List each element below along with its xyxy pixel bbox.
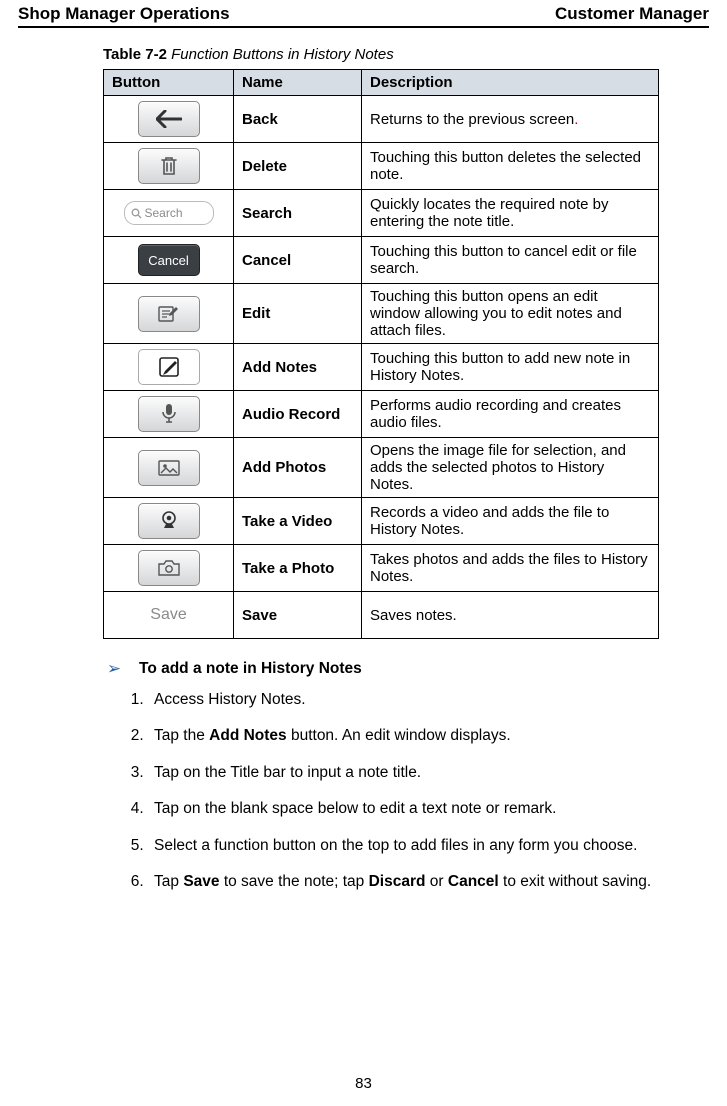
edit-button[interactable]	[138, 296, 200, 332]
search-field[interactable]: Search	[124, 201, 214, 225]
row-desc: Touching this button deletes the selecte…	[362, 143, 659, 190]
add-notes-button[interactable]	[138, 349, 200, 385]
table-row: Cancel Cancel Touching this button to ca…	[104, 237, 659, 284]
header-right: Customer Manager	[555, 4, 709, 24]
row-name: Add Notes	[234, 344, 362, 391]
note-pencil-icon	[158, 356, 180, 378]
row-name: Add Photos	[234, 438, 362, 498]
delete-button[interactable]	[138, 148, 200, 184]
row-desc: Opens the image file for selection, and …	[362, 438, 659, 498]
row-name: Take a Photo	[234, 545, 362, 592]
table-row: Delete Touching this button deletes the …	[104, 143, 659, 190]
list-item: Access History Notes.	[148, 689, 669, 711]
audio-record-button[interactable]	[138, 396, 200, 432]
table-row: Add Notes Touching this button to add ne…	[104, 344, 659, 391]
row-name: Edit	[234, 284, 362, 344]
table-row: Back Returns to the previous screen.	[104, 96, 659, 143]
take-video-button[interactable]	[138, 503, 200, 539]
list-item: Tap Save to save the note; tap Discard o…	[148, 871, 669, 893]
header-rule	[18, 26, 709, 28]
row-desc: Performs audio recording and creates aud…	[362, 391, 659, 438]
caption-label: Table 7-2	[103, 46, 167, 63]
row-desc: Records a video and adds the file to His…	[362, 498, 659, 545]
header-left: Shop Manager Operations	[18, 4, 230, 24]
list-item: Select a function button on the top to a…	[148, 835, 669, 857]
row-name: Cancel	[234, 237, 362, 284]
col-button: Button	[104, 70, 234, 96]
row-desc: Takes photos and adds the files to Histo…	[362, 545, 659, 592]
function-table: Button Name Description Back Returns to …	[103, 69, 659, 639]
list-item: Tap on the Title bar to input a note tit…	[148, 762, 669, 784]
search-placeholder: Search	[145, 206, 183, 220]
procedure-steps: Access History Notes. Tap the Add Notes …	[148, 689, 669, 894]
cancel-button[interactable]: Cancel	[138, 244, 200, 276]
procedure-heading: ➢ To add a note in History Notes	[103, 659, 709, 679]
back-button[interactable]	[138, 101, 200, 137]
row-desc: Touching this button opens an edit windo…	[362, 284, 659, 344]
list-item: Tap the Add Notes button. An edit window…	[148, 725, 669, 747]
chevron-right-icon: ➢	[103, 659, 125, 679]
col-description: Description	[362, 70, 659, 96]
row-name: Audio Record	[234, 391, 362, 438]
row-name: Take a Video	[234, 498, 362, 545]
table-caption: Table 7-2 Function Buttons in History No…	[103, 46, 709, 63]
edit-doc-icon	[158, 305, 180, 323]
row-name: Back	[234, 96, 362, 143]
table-header-row: Button Name Description	[104, 70, 659, 96]
page-header: Shop Manager Operations Customer Manager	[18, 0, 709, 26]
row-name: Search	[234, 190, 362, 237]
arrow-left-icon	[156, 110, 182, 128]
table-row: Search Search Quickly locates the requir…	[104, 190, 659, 237]
row-name: Save	[234, 592, 362, 639]
take-photo-button[interactable]	[138, 550, 200, 586]
cancel-label: Cancel	[148, 253, 188, 268]
table-row: Take a Video Records a video and adds th…	[104, 498, 659, 545]
microphone-icon	[162, 403, 176, 425]
add-photos-button[interactable]	[138, 450, 200, 486]
webcam-icon	[160, 511, 178, 531]
camera-icon	[158, 560, 180, 576]
table-row: Save Save Saves notes.	[104, 592, 659, 639]
row-name: Delete	[234, 143, 362, 190]
picture-icon	[158, 460, 180, 476]
table-row: Add Photos Opens the image file for sele…	[104, 438, 659, 498]
magnifier-icon	[131, 208, 142, 219]
row-desc: Saves notes.	[362, 592, 659, 639]
table-row: Audio Record Performs audio recording an…	[104, 391, 659, 438]
list-item: Tap on the blank space below to edit a t…	[148, 798, 669, 820]
row-desc: Touching this button to add new note in …	[362, 344, 659, 391]
trash-icon	[160, 156, 178, 176]
table-row: Take a Photo Takes photos and adds the f…	[104, 545, 659, 592]
col-name: Name	[234, 70, 362, 96]
caption-title: Function Buttons in History Notes	[171, 46, 394, 63]
row-desc: Touching this button to cancel edit or f…	[362, 237, 659, 284]
save-button[interactable]: Save	[150, 606, 186, 624]
page-number: 83	[0, 1075, 727, 1092]
row-desc: Quickly locates the required note by ent…	[362, 190, 659, 237]
table-row: Edit Touching this button opens an edit …	[104, 284, 659, 344]
procedure-title: To add a note in History Notes	[139, 660, 362, 678]
row-desc: Returns to the previous screen.	[362, 96, 659, 143]
